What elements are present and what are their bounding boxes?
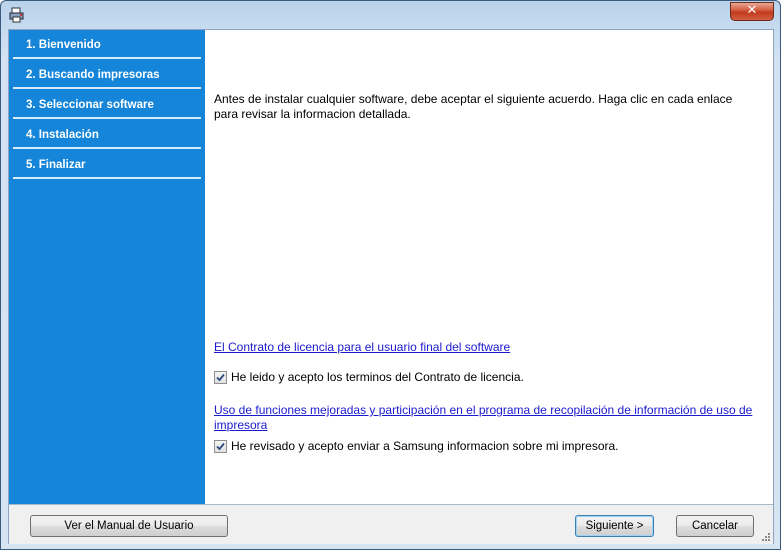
title-bar[interactable]: ✕ bbox=[1, 1, 780, 29]
close-button[interactable]: ✕ bbox=[730, 2, 774, 21]
printer-app-icon bbox=[9, 7, 25, 23]
license-accept-row[interactable]: He leido y acepto los terminos del Contr… bbox=[214, 370, 714, 386]
step-searching-printers: 2. Buscando impresoras bbox=[13, 61, 201, 89]
steps-sidebar: 1. Bienvenido 2. Buscando impresoras 3. … bbox=[9, 30, 205, 504]
usage-data-program-link[interactable]: Uso de funciones mejoradas y participaci… bbox=[214, 403, 759, 433]
license-accept-label: He leido y acepto los terminos del Contr… bbox=[231, 370, 524, 384]
license-agreement-link[interactable]: El Contrato de licencia para el usuario … bbox=[214, 340, 510, 355]
next-button[interactable]: Siguiente > bbox=[575, 515, 654, 537]
step-finish: 5. Finalizar bbox=[13, 151, 201, 179]
checkmark-icon bbox=[216, 373, 225, 382]
installer-window: ✕ 1. Bienvenido 2. Buscando impresoras 3… bbox=[0, 0, 781, 550]
resize-grip-icon[interactable] bbox=[761, 532, 771, 542]
checkmark-icon bbox=[216, 442, 225, 451]
close-icon: ✕ bbox=[746, 3, 758, 18]
license-accept-checkbox[interactable] bbox=[214, 371, 227, 384]
cancel-button[interactable]: Cancelar bbox=[676, 515, 754, 537]
step-welcome: 1. Bienvenido bbox=[13, 31, 201, 59]
step-select-software: 3. Seleccionar software bbox=[13, 91, 201, 119]
data-accept-row[interactable]: He revisado y acepto enviar a Samsung in… bbox=[214, 439, 734, 455]
intro-text: Antes de instalar cualquier software, de… bbox=[214, 92, 733, 121]
data-accept-checkbox[interactable] bbox=[214, 440, 227, 453]
step-installation: 4. Instalación bbox=[13, 121, 201, 149]
wizard-client-area: 1. Bienvenido 2. Buscando impresoras 3. … bbox=[8, 29, 774, 544]
main-content: Antes de instalar cualquier software, de… bbox=[205, 30, 773, 504]
data-accept-label: He revisado y acepto enviar a Samsung in… bbox=[231, 439, 619, 453]
user-manual-button[interactable]: Ver el Manual de Usuario bbox=[30, 515, 228, 537]
footer-bar: Ver el Manual de Usuario Siguiente > Can… bbox=[9, 504, 773, 544]
